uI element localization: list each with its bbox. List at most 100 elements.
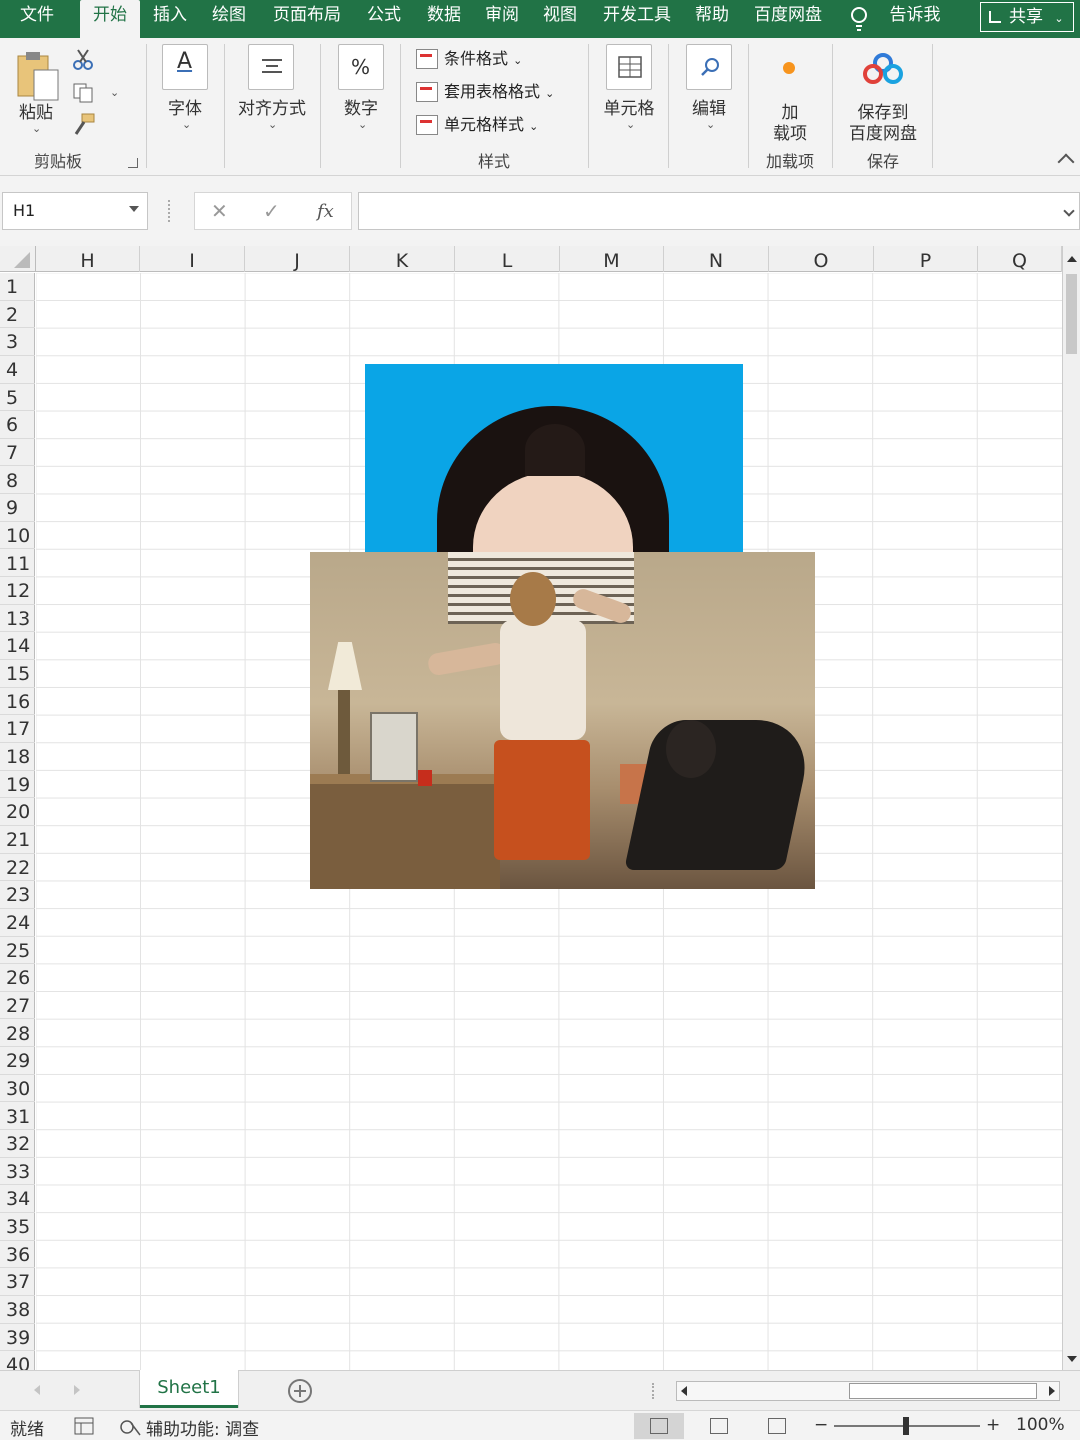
font-button[interactable]: A <box>162 44 208 90</box>
page-layout-view-button[interactable] <box>694 1413 744 1439</box>
format-as-table-button[interactable]: 套用表格格式 ⌄ <box>416 79 554 105</box>
cancel-icon[interactable]: ✕ <box>211 199 228 223</box>
baidu-cloud-icon[interactable] <box>862 52 904 86</box>
scroll-left-icon[interactable] <box>681 1386 687 1396</box>
column-header[interactable]: L <box>455 246 560 272</box>
column-header[interactable]: K <box>350 246 455 272</box>
vertical-scroll-thumb[interactable] <box>1066 274 1077 354</box>
row-header[interactable]: 14 <box>0 632 35 661</box>
row-header[interactable]: 25 <box>0 937 35 965</box>
lightbulb-icon[interactable] <box>848 5 870 33</box>
scroll-up-icon[interactable] <box>1067 256 1077 262</box>
formula-input[interactable] <box>358 192 1080 230</box>
row-header[interactable]: 12 <box>0 577 35 605</box>
column-header[interactable]: O <box>769 246 874 272</box>
row-header[interactable]: 26 <box>0 964 35 992</box>
row-header[interactable]: 18 <box>0 743 35 771</box>
row-header[interactable]: 22 <box>0 854 35 882</box>
macro-record-icon[interactable] <box>74 1417 94 1435</box>
chevron-down-icon[interactable] <box>129 206 139 212</box>
row-header[interactable]: 21 <box>0 826 35 854</box>
share-button[interactable]: 共享 ⌄ <box>980 2 1074 32</box>
row-header[interactable]: 1 <box>0 273 35 301</box>
accessibility-icon[interactable] <box>118 1417 142 1437</box>
row-header[interactable]: 32 <box>0 1130 35 1158</box>
row-header[interactable]: 19 <box>0 771 35 799</box>
row-header[interactable]: 31 <box>0 1103 35 1131</box>
cells-button[interactable] <box>606 44 652 90</box>
normal-view-button[interactable] <box>634 1413 684 1439</box>
tab-data[interactable]: 数据 <box>418 0 470 38</box>
row-header[interactable]: 11 <box>0 550 35 578</box>
inserted-picture-portrait[interactable] <box>365 364 743 554</box>
row-header[interactable]: 13 <box>0 605 35 633</box>
scroll-right-icon[interactable] <box>1049 1386 1055 1396</box>
row-header[interactable]: 35 <box>0 1213 35 1241</box>
row-header[interactable]: 10 <box>0 522 35 550</box>
row-header[interactable]: 15 <box>0 660 35 688</box>
row-header[interactable]: 27 <box>0 992 35 1020</box>
paste-button[interactable]: 粘贴 <box>14 98 58 123</box>
expand-formula-bar-icon[interactable] <box>1063 205 1075 217</box>
page-break-view-button[interactable] <box>752 1413 802 1439</box>
zoom-slider-thumb[interactable] <box>903 1417 909 1435</box>
collapse-ribbon-icon[interactable] <box>1057 153 1075 171</box>
column-header[interactable]: J <box>245 246 350 272</box>
tab-view[interactable]: 视图 <box>534 0 586 38</box>
formula-bar-grip[interactable] <box>168 200 172 222</box>
tab-baidu-pan[interactable]: 百度网盘 <box>746 0 830 38</box>
row-header[interactable]: 33 <box>0 1158 35 1186</box>
row-header[interactable]: 3 <box>0 328 35 356</box>
row-header[interactable]: 28 <box>0 1020 35 1048</box>
tab-developer[interactable]: 开发工具 <box>594 0 680 38</box>
column-header[interactable]: N <box>664 246 769 272</box>
dialog-launcher-icon[interactable] <box>128 158 138 168</box>
select-all-corner[interactable] <box>0 246 36 272</box>
addins-label-line2[interactable]: 载项 <box>766 119 814 144</box>
row-header[interactable]: 7 <box>0 439 35 467</box>
row-header[interactable]: 4 <box>0 356 35 384</box>
row-header[interactable]: 40 <box>0 1351 35 1370</box>
tab-page-layout[interactable]: 页面布局 <box>264 0 350 38</box>
number-button[interactable]: % <box>338 44 384 90</box>
column-header[interactable]: P <box>874 246 978 272</box>
row-header[interactable]: 20 <box>0 798 35 826</box>
row-header[interactable]: 17 <box>0 715 35 743</box>
row-header[interactable]: 36 <box>0 1241 35 1269</box>
addins-icon[interactable] <box>783 62 795 74</box>
sheet-tab-sheet1[interactable]: Sheet1 <box>140 1370 238 1408</box>
zoom-out-button[interactable]: − <box>814 1415 828 1435</box>
tab-file[interactable]: 文件 <box>8 0 66 38</box>
insert-function-icon[interactable]: fx <box>317 201 334 222</box>
cut-icon[interactable] <box>72 48 94 70</box>
chevron-down-icon[interactable]: ⌄ <box>182 118 191 131</box>
horizontal-scroll-thumb[interactable] <box>849 1383 1037 1399</box>
conditional-formatting-button[interactable]: 条件格式 ⌄ <box>416 46 522 72</box>
row-header[interactable]: 39 <box>0 1324 35 1352</box>
next-sheet-icon[interactable] <box>74 1385 80 1395</box>
chevron-down-icon[interactable]: ⌄ <box>32 122 41 135</box>
paste-icon[interactable] <box>14 50 62 102</box>
row-header[interactable]: 38 <box>0 1296 35 1324</box>
row-header[interactable]: 24 <box>0 909 35 937</box>
accessibility-status[interactable]: 辅助功能: 调查 <box>146 1415 259 1440</box>
scroll-down-icon[interactable] <box>1067 1356 1077 1362</box>
row-header[interactable]: 34 <box>0 1185 35 1214</box>
enter-icon[interactable]: ✓ <box>263 199 280 223</box>
column-header[interactable]: H <box>36 246 140 272</box>
tab-review[interactable]: 审阅 <box>476 0 528 38</box>
row-header[interactable]: 6 <box>0 411 35 439</box>
tab-formulas[interactable]: 公式 <box>358 0 410 38</box>
save-to-baidu-line2[interactable]: 百度网盘 <box>840 119 926 144</box>
column-header[interactable]: M <box>560 246 664 272</box>
tab-split-grip[interactable] <box>652 1383 654 1399</box>
row-header[interactable]: 2 <box>0 301 35 329</box>
inserted-picture-room-scene[interactable] <box>310 552 815 889</box>
tab-insert[interactable]: 插入 <box>144 0 196 38</box>
row-header[interactable]: 9 <box>0 494 35 522</box>
row-header[interactable]: 23 <box>0 881 35 909</box>
alignment-button[interactable] <box>248 44 294 90</box>
cell-styles-button[interactable]: 单元格样式 ⌄ <box>416 112 538 138</box>
column-header[interactable]: I <box>140 246 245 272</box>
prev-sheet-icon[interactable] <box>34 1385 40 1395</box>
